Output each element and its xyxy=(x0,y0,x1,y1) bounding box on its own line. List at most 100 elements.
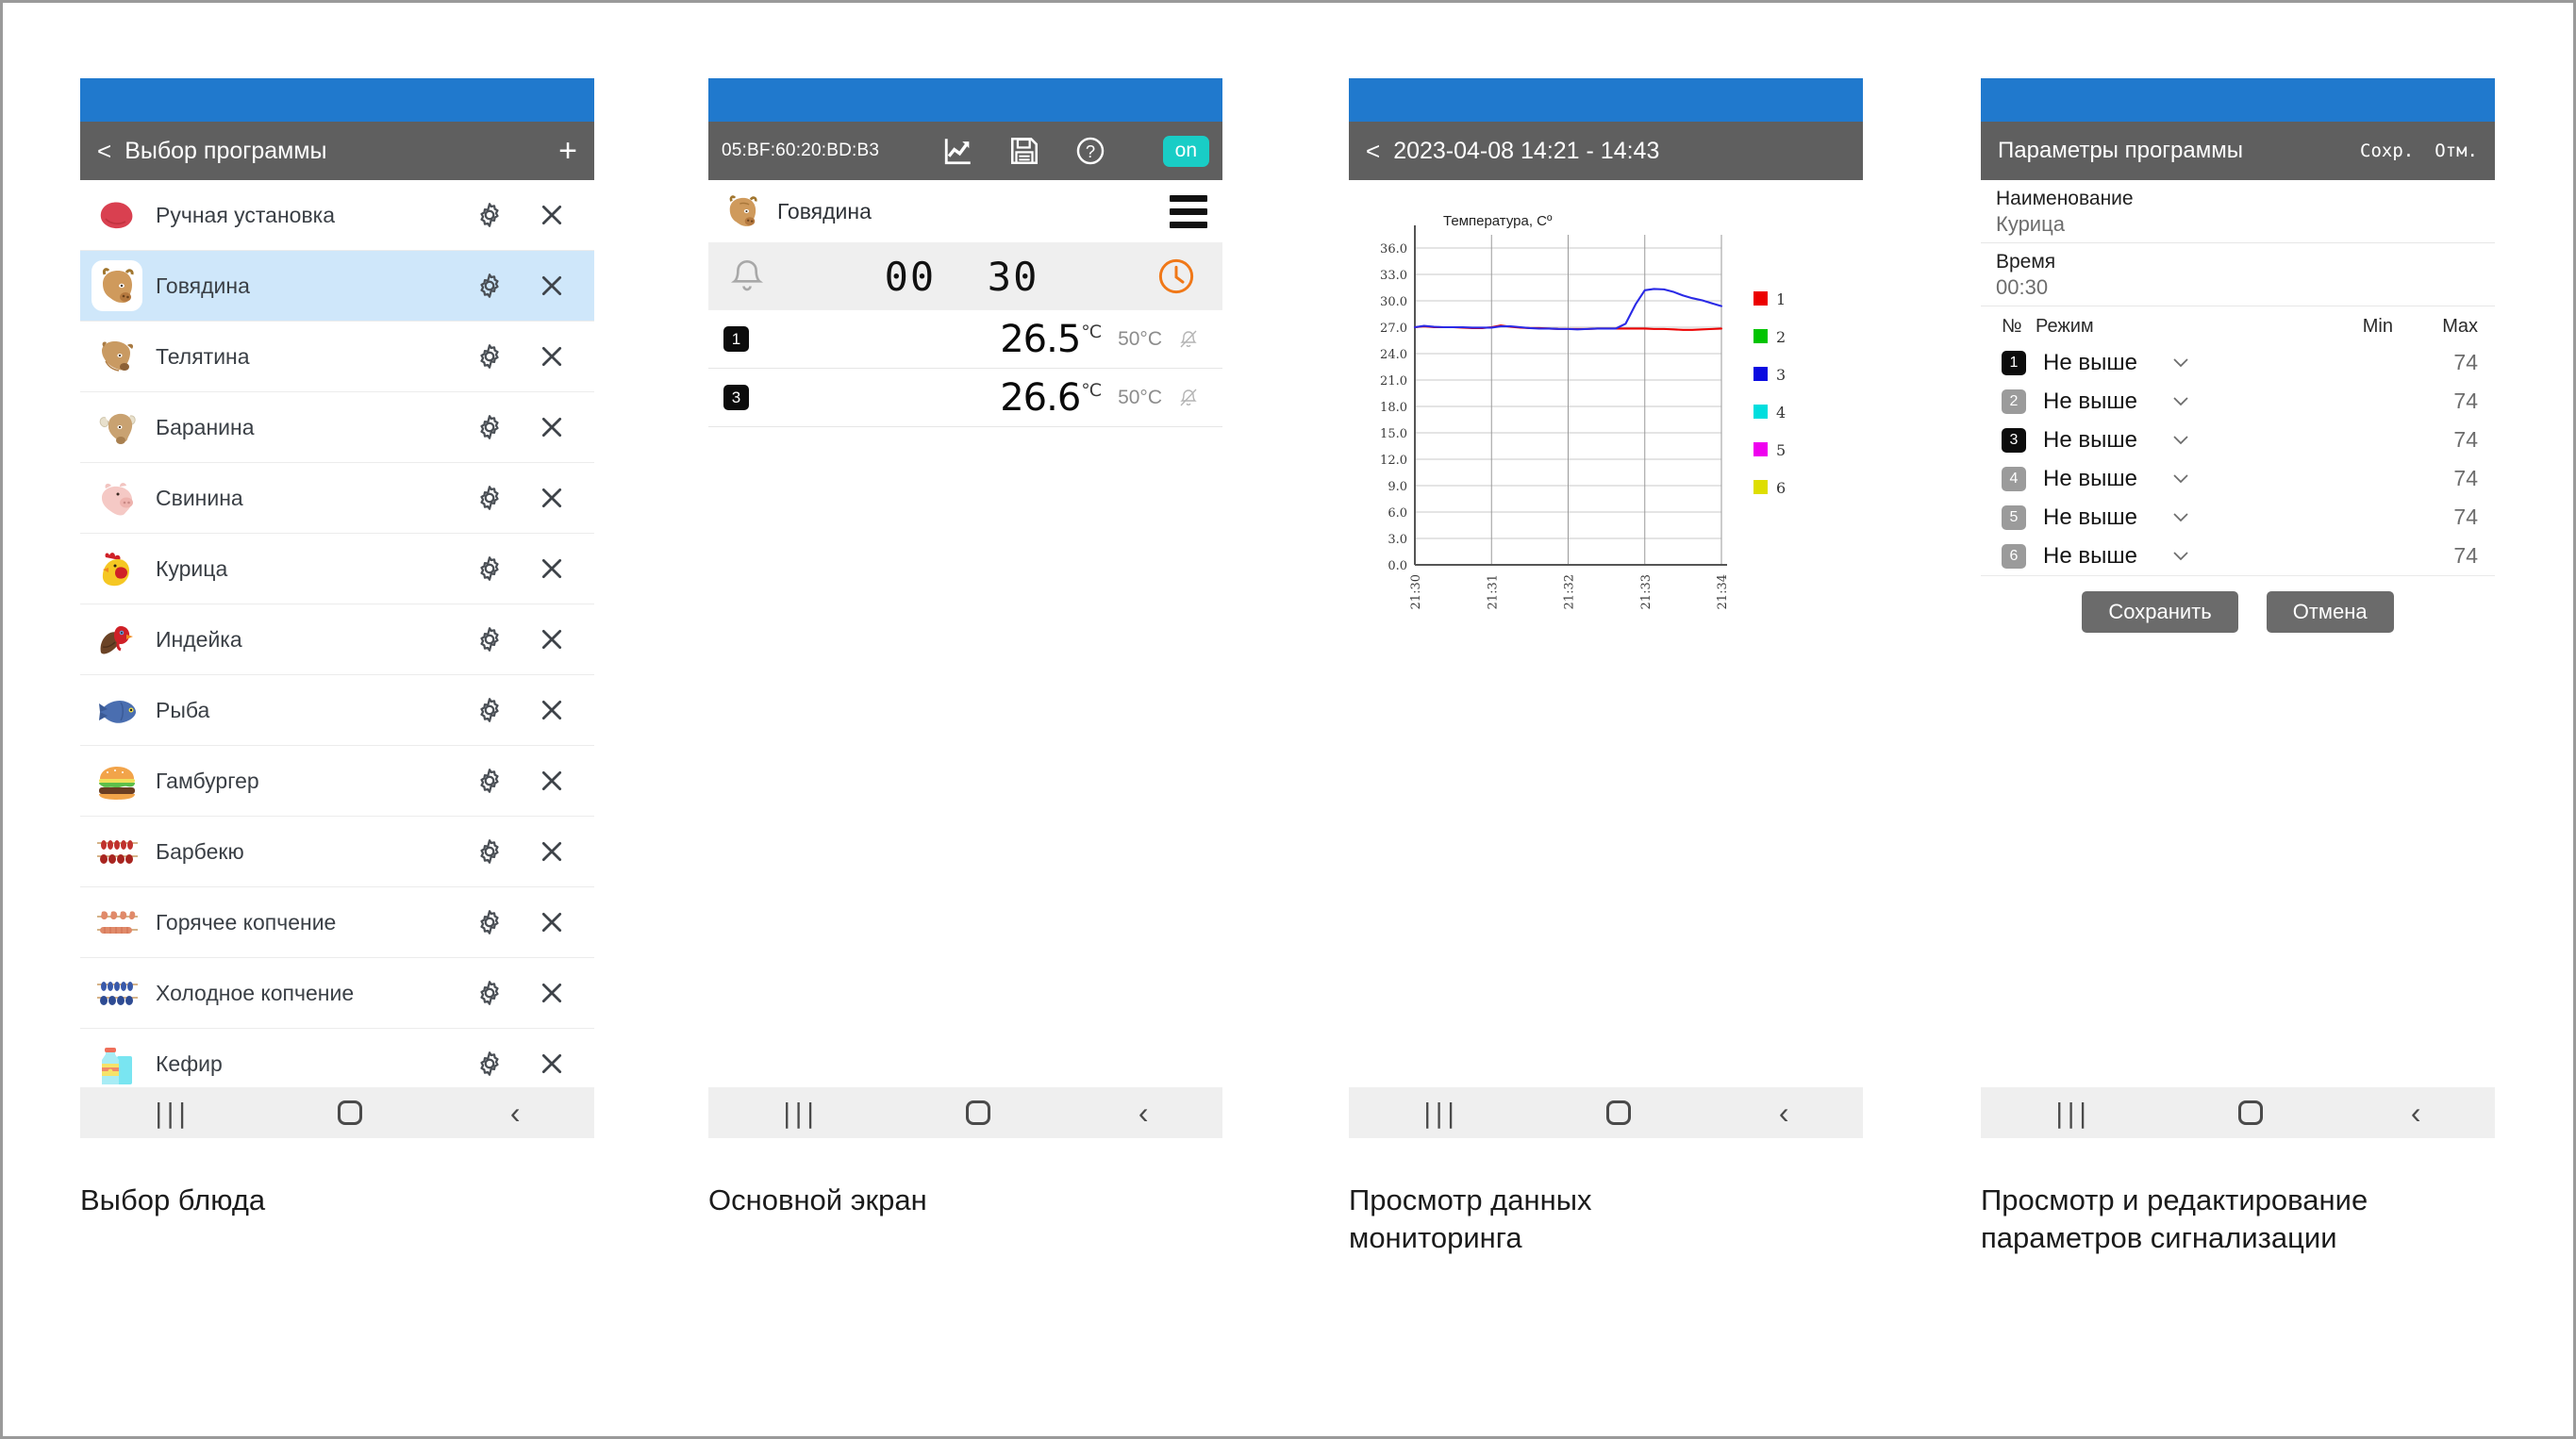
main-appbar: 05:BF:60:20:BD:B3 ? xyxy=(708,122,1222,180)
save-button[interactable]: Сохранить xyxy=(2082,591,2237,633)
close-icon[interactable] xyxy=(540,273,564,298)
close-icon[interactable] xyxy=(540,556,564,581)
parameters-title: Параметры программы xyxy=(1998,138,2339,164)
parameter-row[interactable]: 2Не выше74 xyxy=(1981,382,2495,421)
back-icon[interactable]: ‹ xyxy=(1779,1096,1789,1131)
current-program-row[interactable]: Говядина xyxy=(708,180,1222,242)
gear-icon[interactable] xyxy=(475,272,504,300)
channel-row[interactable]: 326.6°C50°C xyxy=(708,369,1222,427)
gear-icon[interactable] xyxy=(475,1050,504,1078)
name-field[interactable]: Наименование Курица xyxy=(1981,180,2495,243)
recent-apps-icon[interactable]: ||| xyxy=(783,1098,818,1129)
list-item[interactable]: Свинина xyxy=(80,463,594,534)
list-item[interactable]: Курица xyxy=(80,534,594,604)
chevron-down-icon[interactable] xyxy=(2171,511,2190,523)
gear-icon[interactable] xyxy=(475,979,504,1007)
parameter-row[interactable]: 5Не выше74 xyxy=(1981,498,2495,537)
clock-icon[interactable] xyxy=(1156,256,1196,296)
save-icon[interactable] xyxy=(1008,135,1040,167)
list-item[interactable]: Индейка xyxy=(80,604,594,675)
close-icon[interactable] xyxy=(540,344,564,369)
cancel-action[interactable]: Отм. xyxy=(2435,141,2478,161)
home-icon[interactable] xyxy=(1606,1100,1631,1125)
plus-icon[interactable]: + xyxy=(558,135,577,167)
turkey-icon xyxy=(91,614,142,665)
mac-address: 05:BF:60:20:BD:B3 xyxy=(722,141,879,161)
gear-icon[interactable] xyxy=(475,625,504,653)
chart-icon[interactable] xyxy=(942,135,974,167)
home-icon[interactable] xyxy=(2238,1100,2263,1125)
parameter-mode-select[interactable]: Не выше xyxy=(2043,389,2289,415)
help-icon[interactable]: ? xyxy=(1074,135,1106,167)
close-icon[interactable] xyxy=(540,839,564,864)
gear-icon[interactable] xyxy=(475,554,504,583)
parameter-row[interactable]: 6Не выше74 xyxy=(1981,537,2495,575)
chart-title: Температура, Cº xyxy=(1443,213,1553,229)
close-icon[interactable] xyxy=(540,203,564,227)
home-icon[interactable] xyxy=(966,1100,990,1125)
close-icon[interactable] xyxy=(540,910,564,935)
parameter-row[interactable]: 4Не выше74 xyxy=(1981,459,2495,498)
list-item[interactable]: Горячее копчение xyxy=(80,887,594,958)
chevron-left-icon[interactable]: < xyxy=(97,137,111,166)
gear-icon[interactable] xyxy=(475,767,504,795)
recent-apps-icon[interactable]: ||| xyxy=(155,1098,190,1129)
gear-icon[interactable] xyxy=(475,908,504,936)
chevron-down-icon[interactable] xyxy=(2171,550,2190,562)
save-action[interactable]: Сохр. xyxy=(2360,141,2414,161)
gear-icon[interactable] xyxy=(475,837,504,866)
close-icon[interactable] xyxy=(540,486,564,510)
list-item[interactable]: Говядина xyxy=(80,251,594,322)
gear-icon[interactable] xyxy=(475,696,504,724)
gear-icon[interactable] xyxy=(475,201,504,229)
close-icon[interactable] xyxy=(540,698,564,722)
back-icon[interactable]: ‹ xyxy=(1138,1096,1149,1131)
bell-off-icon[interactable] xyxy=(1177,387,1200,409)
parameter-mode-select[interactable]: Не выше xyxy=(2043,427,2289,454)
chevron-down-icon[interactable] xyxy=(2171,395,2190,407)
chevron-down-icon[interactable] xyxy=(2171,356,2190,369)
gear-icon[interactable] xyxy=(475,484,504,512)
kefir-icon xyxy=(91,1038,142,1089)
close-icon[interactable] xyxy=(540,415,564,439)
parameter-number-badge: 4 xyxy=(2002,467,2026,491)
recent-apps-icon[interactable]: ||| xyxy=(2055,1098,2090,1129)
parameter-mode-select[interactable]: Не выше xyxy=(2043,543,2289,570)
channel-row[interactable]: 126.5°C50°C xyxy=(708,310,1222,369)
back-icon[interactable]: ‹ xyxy=(2411,1096,2421,1131)
list-item[interactable]: Гамбургер xyxy=(80,746,594,817)
chevron-left-icon[interactable]: < xyxy=(1366,137,1380,166)
chevron-down-icon[interactable] xyxy=(2171,472,2190,485)
chevron-down-icon[interactable] xyxy=(2171,434,2190,446)
bell-icon[interactable] xyxy=(727,256,767,296)
parameter-mode-select[interactable]: Не выше xyxy=(2043,466,2289,492)
list-item[interactable]: Барбекю xyxy=(80,817,594,887)
list-item[interactable]: Рыба xyxy=(80,675,594,746)
close-icon[interactable] xyxy=(540,769,564,793)
parameter-mode-select[interactable]: Не выше xyxy=(2043,350,2289,376)
list-item[interactable]: Телятина xyxy=(80,322,594,392)
back-icon[interactable]: ‹ xyxy=(510,1096,521,1131)
parameter-max: 74 xyxy=(2393,543,2478,569)
parameter-mode-select[interactable]: Не выше xyxy=(2043,504,2289,531)
caption-program-list: Выбор блюда xyxy=(80,1182,608,1219)
close-icon[interactable] xyxy=(540,627,564,652)
list-item[interactable]: Ручная установка xyxy=(80,180,594,251)
bell-off-icon[interactable] xyxy=(1177,328,1200,351)
parameter-row[interactable]: 1Не выше74 xyxy=(1981,343,2495,382)
close-icon[interactable] xyxy=(540,981,564,1005)
timer-value[interactable]: 00 30 xyxy=(767,254,1156,300)
close-icon[interactable] xyxy=(540,1051,564,1076)
list-item-label: Баранина xyxy=(156,415,475,440)
home-icon[interactable] xyxy=(338,1100,362,1125)
time-field[interactable]: Время 00:30 xyxy=(1981,243,2495,306)
hamburger-menu-icon[interactable] xyxy=(1170,195,1207,228)
gear-icon[interactable] xyxy=(475,413,504,441)
gear-icon[interactable] xyxy=(475,342,504,371)
list-item[interactable]: Баранина xyxy=(80,392,594,463)
cancel-button[interactable]: Отмена xyxy=(2267,591,2394,633)
status-badge[interactable]: on xyxy=(1163,136,1209,167)
parameter-row[interactable]: 3Не выше74 xyxy=(1981,421,2495,459)
recent-apps-icon[interactable]: ||| xyxy=(1423,1098,1458,1129)
list-item[interactable]: Холодное копчение xyxy=(80,958,594,1029)
